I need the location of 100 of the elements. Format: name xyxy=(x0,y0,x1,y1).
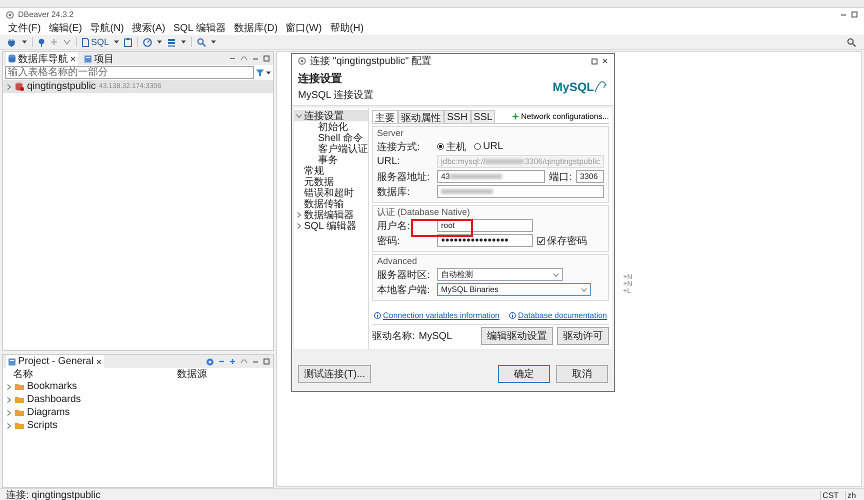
sql-editor-button[interactable]: SQL xyxy=(82,37,110,47)
radio-button[interactable]: 主机 xyxy=(437,140,466,154)
chevron-icon[interactable] xyxy=(6,84,12,90)
menu-item[interactable]: 数据库(D) xyxy=(234,21,278,35)
locale-indicator: zh xyxy=(844,490,858,500)
chevron-icon[interactable] xyxy=(6,410,12,416)
maximize-icon[interactable] xyxy=(263,55,270,62)
chevron-icon[interactable] xyxy=(296,212,302,218)
tab[interactable]: 主要 xyxy=(372,110,398,123)
chevron-icon[interactable] xyxy=(296,222,302,228)
search-icon[interactable] xyxy=(197,38,206,46)
menu-item[interactable]: 帮助(H) xyxy=(330,21,364,35)
field-label: 本地客户端: xyxy=(377,284,431,296)
pin-icon[interactable] xyxy=(38,38,45,46)
settings-nav-item[interactable]: 数据编辑器 xyxy=(294,209,368,220)
clipboard-icon[interactable] xyxy=(124,38,132,46)
field-label: URL: xyxy=(377,156,401,167)
maximize-icon[interactable] xyxy=(591,58,598,64)
dialog-button[interactable]: 取消 xyxy=(556,365,608,383)
field-label: 服务器时区: xyxy=(377,268,431,282)
caret-icon[interactable] xyxy=(211,40,216,44)
column-header: 数据源 xyxy=(177,368,207,381)
close-icon[interactable] xyxy=(96,358,102,364)
chevron-icon[interactable] xyxy=(6,396,12,402)
field-label: 用户名: xyxy=(377,220,411,232)
panel-tab[interactable]: Project - General xyxy=(6,355,104,368)
chevron-icon[interactable] xyxy=(6,384,12,390)
tree-item[interactable]: Diagrams xyxy=(27,407,70,418)
settings-nav-item[interactable]: SQL 编辑器 xyxy=(294,220,368,231)
app-icon xyxy=(6,10,14,18)
menu-item[interactable]: SQL 编辑器 xyxy=(173,21,226,35)
settings-nav-item[interactable]: 初始化 xyxy=(308,121,368,132)
settings-nav-item[interactable]: 客户端认证 xyxy=(308,143,368,154)
help-link[interactable]: Database documentation xyxy=(509,311,607,320)
driver-button[interactable]: 驱动许可 xyxy=(557,327,609,345)
radio-button[interactable]: URL xyxy=(474,141,504,152)
minus-icon[interactable] xyxy=(229,55,236,62)
stack-icon[interactable] xyxy=(167,38,176,46)
username-field[interactable]: root xyxy=(437,219,533,232)
group-title: 认证 (Database Native) xyxy=(377,207,472,218)
plug-icon[interactable] xyxy=(8,38,17,46)
maximize-icon[interactable] xyxy=(851,11,858,18)
database-field[interactable] xyxy=(437,185,604,198)
chevron-icon[interactable] xyxy=(6,422,12,428)
caret-icon[interactable] xyxy=(22,40,27,44)
host-field[interactable]: 43 xyxy=(437,170,546,183)
save-password-checkbox[interactable]: 保存密码 xyxy=(537,234,587,248)
settings-nav-item[interactable]: 事务 xyxy=(308,154,368,165)
dialog-title: 连接 "qingtingstpublic" 配置 xyxy=(310,54,432,68)
panel-tab[interactable]: 项目 xyxy=(82,52,116,65)
caret-icon[interactable] xyxy=(157,40,162,44)
network-configurations-button[interactable]: Network configurations... xyxy=(512,112,609,123)
panel-tab[interactable]: 数据库导航 xyxy=(6,52,78,65)
settings-nav-item[interactable]: 常规 xyxy=(294,165,368,176)
client-dropdown[interactable]: MySQL Binaries xyxy=(437,283,591,296)
plus-icon[interactable] xyxy=(229,358,236,365)
caret-icon[interactable] xyxy=(266,70,271,74)
filter-icon[interactable] xyxy=(256,68,264,76)
tree-item[interactable]: Bookmarks xyxy=(27,381,78,392)
connection-name: qingtingstpublic xyxy=(27,81,96,92)
port-field[interactable]: 3306 xyxy=(576,170,604,183)
settings-nav-item[interactable]: 数据传输 xyxy=(294,198,368,209)
tree-item[interactable]: Dashboards xyxy=(27,394,81,405)
tab[interactable]: SSL xyxy=(470,110,496,123)
minus-icon[interactable] xyxy=(218,358,225,365)
test-connection-button[interactable]: 测试连接(T)... xyxy=(298,365,372,383)
close-icon[interactable] xyxy=(70,56,76,62)
maximize-icon[interactable] xyxy=(263,358,270,365)
chevron-icon[interactable] xyxy=(296,112,302,118)
logo-text: MySQL xyxy=(552,80,594,94)
driver-button[interactable]: 编辑驱动设置 xyxy=(481,327,553,345)
menu-item[interactable]: 窗口(W) xyxy=(286,21,322,35)
field-label: 密码: xyxy=(377,234,401,248)
menu-item[interactable]: 编辑(E) xyxy=(48,21,82,35)
tab[interactable]: SSH xyxy=(444,110,471,123)
menu-item[interactable]: 导航(N) xyxy=(90,21,124,35)
menu-item[interactable]: 搜索(A) xyxy=(132,21,166,35)
dialog-button[interactable]: 确定 xyxy=(498,365,550,383)
field-label: 驱动名称: xyxy=(372,330,415,343)
settings-nav-item[interactable]: 连接设置 xyxy=(294,110,368,121)
tree-item[interactable]: Scripts xyxy=(27,420,58,431)
database-error-icon xyxy=(15,82,24,91)
info-icon xyxy=(509,312,516,319)
app-icon xyxy=(298,57,306,65)
gauge-icon[interactable] xyxy=(143,38,152,46)
settings-icon[interactable] xyxy=(206,358,214,366)
caret-icon[interactable] xyxy=(114,40,120,44)
settings-nav-item[interactable]: 错误和超时 xyxy=(294,187,368,198)
settings-nav-item[interactable]: 元数据 xyxy=(294,176,368,187)
menu-item[interactable]: 文件(F) xyxy=(8,21,41,35)
close-icon[interactable] xyxy=(602,58,608,64)
highlight-frame xyxy=(411,219,473,237)
help-link[interactable]: Connection variables information xyxy=(374,311,500,320)
project-icon xyxy=(84,54,92,62)
tab[interactable]: 驱动属性 xyxy=(398,110,444,123)
info-icon xyxy=(374,312,381,319)
settings-nav-item[interactable]: Shell 命令 xyxy=(308,132,368,143)
search-icon[interactable] xyxy=(847,38,856,46)
caret-icon[interactable] xyxy=(181,40,186,44)
timezone-dropdown[interactable]: 自动检测 xyxy=(437,268,563,281)
